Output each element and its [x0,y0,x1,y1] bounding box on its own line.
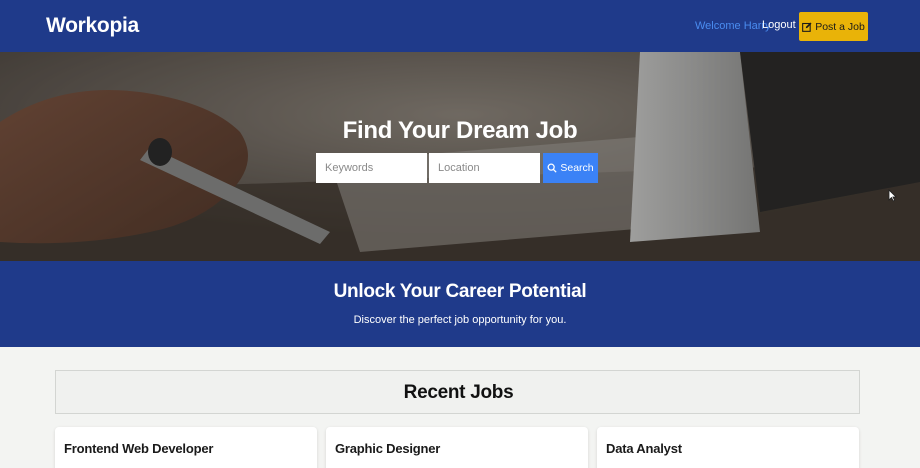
job-title: Data Analyst [606,441,682,456]
search-form: Search [316,153,598,183]
keywords-input[interactable] [316,153,427,183]
hero-section: Find Your Dream Job Search [0,52,920,261]
hero-title: Find Your Dream Job [342,117,578,144]
banner-title: Unlock Your Career Potential [333,281,587,302]
post-job-button[interactable]: Post a Job [799,12,868,41]
logout-link[interactable]: Logout [762,19,796,31]
welcome-message: Welcome Harry [695,20,771,32]
post-job-label: Post a Job [815,20,865,33]
job-card[interactable]: Frontend Web Developer [55,427,317,468]
job-card[interactable]: Graphic Designer [326,427,588,468]
search-button[interactable]: Search [543,153,598,183]
job-card[interactable]: Data Analyst [597,427,859,468]
job-title: Frontend Web Developer [64,441,214,456]
mouse-cursor-icon [888,189,897,202]
recent-jobs-header: Recent Jobs [55,370,860,414]
search-button-label: Search [560,162,594,174]
recent-jobs-title: Recent Jobs [403,382,514,403]
search-icon [547,163,557,173]
top-navbar: Workopia Welcome Harry Logout Post a Job [0,0,920,52]
job-title: Graphic Designer [335,441,441,456]
edit-icon [802,22,812,32]
brand-logo[interactable]: Workopia [46,14,139,38]
career-banner: Unlock Your Career Potential Discover th… [0,261,920,347]
banner-subtitle: Discover the perfect job opportunity for… [353,314,567,326]
location-input[interactable] [429,153,540,183]
